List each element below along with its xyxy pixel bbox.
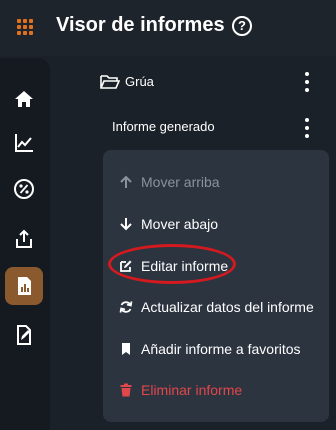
arrow-up-icon [120,175,132,188]
highlight-ring [108,244,236,284]
bookmark-icon [122,343,130,355]
menu-label: Mover arriba [141,174,220,190]
sidebar-item-share[interactable] [5,220,43,258]
top-bar: Visor de informes ? [0,0,336,56]
context-menu: Mover arriba Mover abajo Editar informe … [103,150,329,422]
line-chart-icon [15,134,33,152]
menu-item-add-favorite[interactable]: Añadir informe a favoritos [103,331,329,367]
page-title: Visor de informes [56,14,225,36]
arrow-down-icon [120,218,132,231]
tree-folder-row[interactable]: Grúa [50,66,336,98]
sidebar-item-percent[interactable] [5,170,43,208]
menu-label: Mover abajo [141,216,219,232]
menu-item-move-down[interactable]: Mover abajo [103,206,329,242]
home-icon [15,91,33,107]
tree-folder-label: Grúa [125,74,154,89]
menu-item-delete-report[interactable]: Eliminar informe [103,372,329,408]
report-icon [18,277,31,295]
folder-more-icon[interactable] [302,72,312,92]
menu-label: Añadir informe a favoritos [141,341,301,357]
menu-label: Eliminar informe [141,382,243,398]
edit-document-icon [17,325,31,345]
report-more-icon[interactable] [302,118,312,138]
sidebar-item-reports[interactable] [5,267,43,305]
app-grid-icon[interactable] [17,19,35,37]
tree-report-label: Informe generado [112,119,215,134]
percent-icon [14,179,34,199]
trash-icon [120,383,132,397]
menu-item-move-up[interactable]: Mover arriba [103,164,329,200]
folder-open-icon [100,75,120,89]
sidebar [0,58,50,430]
help-icon[interactable]: ? [232,16,252,36]
menu-item-refresh-data[interactable]: Actualizar datos del informe [103,289,329,325]
tree-report-row[interactable]: Informe generado [50,110,336,142]
sidebar-item-charts[interactable] [5,124,43,162]
sidebar-item-home[interactable] [5,80,43,118]
sidebar-item-edit[interactable] [5,316,43,354]
refresh-icon [119,301,133,313]
menu-label: Actualizar datos del informe [141,299,314,315]
share-upload-icon [16,229,32,248]
